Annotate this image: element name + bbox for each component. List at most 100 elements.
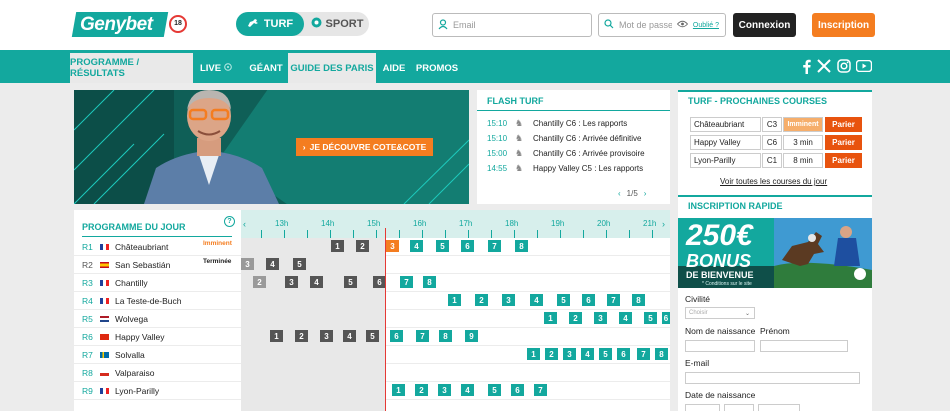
flash-item[interactable]: 15:10 ♞ Chantilly C6 : Arrivée définitiv… [487, 131, 642, 145]
inscription-button[interactable]: Inscription [812, 13, 875, 37]
birth-day-select[interactable] [685, 404, 720, 411]
timeline-next-icon[interactable]: › [662, 219, 665, 229]
nav-guide-des-paris[interactable]: GUIDE DES PARIS [288, 53, 376, 83]
race-box[interactable]: 1 [392, 384, 405, 396]
race-box[interactable]: 5 [436, 240, 449, 252]
hero-cta-button[interactable]: › JE DÉCOUVRE COTE&COTE [296, 138, 433, 156]
race-box[interactable]: 4 [619, 312, 632, 324]
birth-year-select[interactable] [758, 404, 800, 411]
race-box[interactable]: 2 [569, 312, 582, 324]
race-box[interactable]: 3 [320, 330, 333, 342]
email-field[interactable] [432, 13, 592, 37]
race-box[interactable]: 4 [266, 258, 279, 270]
race-box[interactable]: 2 [415, 384, 428, 396]
race-box[interactable]: 4 [343, 330, 356, 342]
race-box[interactable]: 5 [344, 276, 357, 288]
reunion-venue[interactable]: Happy Valley [115, 328, 164, 346]
race-box[interactable]: 5 [644, 312, 657, 324]
race-box[interactable]: 6 [511, 384, 524, 396]
race-box[interactable]: 1 [527, 348, 540, 360]
race-box[interactable]: 6 [461, 240, 474, 252]
race-box[interactable]: 8 [655, 348, 668, 360]
race-box[interactable]: 9 [465, 330, 478, 342]
race-box[interactable]: 1 [270, 330, 283, 342]
race-box[interactable]: 3 [241, 258, 254, 270]
help-icon[interactable]: ? [224, 216, 235, 227]
chevron-right-icon[interactable]: › [644, 189, 647, 198]
parier-button[interactable]: Parier [825, 153, 862, 168]
race-box[interactable]: 3 [285, 276, 298, 288]
race-box[interactable]: 6 [582, 294, 595, 306]
race-box[interactable]: 3 [386, 240, 399, 252]
connexion-button[interactable]: Connexion [733, 13, 796, 37]
race-box[interactable]: 4 [581, 348, 594, 360]
race-box[interactable]: 4 [310, 276, 323, 288]
facebook-icon[interactable] [798, 58, 814, 74]
reunion-venue[interactable]: Chantilly [115, 274, 148, 292]
race-box[interactable]: 3 [563, 348, 576, 360]
timeline-prev-icon[interactable]: ‹ [243, 219, 246, 229]
race-box[interactable]: 5 [293, 258, 306, 270]
race-box[interactable]: 8 [423, 276, 436, 288]
instagram-icon[interactable] [836, 58, 852, 74]
see-all-races-link[interactable]: Voir toutes les courses du jour [720, 177, 827, 186]
flash-item[interactable]: 15:10 ♞ Chantilly C6 : Les rapports [487, 116, 627, 130]
civilite-select[interactable]: Choisir ⌄ [685, 307, 755, 319]
birth-month-select[interactable] [724, 404, 754, 411]
race-box[interactable]: 5 [599, 348, 612, 360]
race-box[interactable]: 5 [366, 330, 379, 342]
race-box[interactable]: 6 [662, 312, 670, 324]
reunion-venue[interactable]: Lyon-Parilly [115, 382, 159, 400]
race-box[interactable]: 7 [637, 348, 650, 360]
race-box[interactable]: 4 [410, 240, 423, 252]
flash-item[interactable]: 14:55 ♞ Happy Valley C5 : Les rapports [487, 161, 643, 175]
forgot-password-link[interactable]: Oublié ? [693, 22, 725, 29]
race-box[interactable]: 4 [530, 294, 543, 306]
nav-live[interactable]: LIVE [194, 53, 238, 83]
password-input[interactable] [619, 20, 672, 30]
race-box[interactable]: 2 [475, 294, 488, 306]
parier-button[interactable]: Parier [825, 135, 862, 150]
email-input[interactable] [453, 20, 591, 30]
race-box[interactable]: 3 [438, 384, 451, 396]
race-box[interactable]: 7 [488, 240, 501, 252]
logo[interactable]: Genybet [80, 12, 153, 37]
reunion-venue[interactable]: La Teste-de-Buch [115, 292, 181, 310]
race-box[interactable]: 6 [617, 348, 630, 360]
welcome-bonus-banner[interactable]: 250€ BONUS DE BIENVENUE * Conditions sur… [678, 218, 872, 288]
sport-button[interactable]: SPORT [306, 12, 368, 36]
flash-item[interactable]: 15:00 ♞ Chantilly C6 : Arrivée provisoir… [487, 146, 645, 160]
race-box[interactable]: 2 [545, 348, 558, 360]
race-box[interactable]: 2 [356, 240, 369, 252]
eye-icon[interactable] [676, 20, 689, 30]
race-box[interactable]: 1 [448, 294, 461, 306]
reunion-venue[interactable]: Châteaubriant [115, 238, 168, 256]
race-box[interactable]: 3 [594, 312, 607, 324]
signup-email-input[interactable] [685, 372, 860, 384]
nav-promos[interactable]: PROMOS [414, 53, 460, 83]
reunion-venue[interactable]: Wolvega [115, 310, 148, 328]
nav-aide[interactable]: AIDE [377, 53, 411, 83]
parier-button[interactable]: Parier [825, 117, 862, 132]
race-box[interactable]: 7 [416, 330, 429, 342]
race-box[interactable]: 5 [488, 384, 501, 396]
nav-geant[interactable]: GÉANT [244, 53, 288, 83]
reunion-venue[interactable]: Valparaiso [115, 364, 155, 382]
reunion-venue[interactable]: San Sebastián [115, 256, 170, 274]
nom-input[interactable] [685, 340, 755, 352]
race-box[interactable]: 8 [515, 240, 528, 252]
race-box[interactable]: 4 [461, 384, 474, 396]
race-box[interactable]: 2 [295, 330, 308, 342]
prenom-input[interactable] [760, 340, 848, 352]
reunion-venue[interactable]: Solvalla [115, 346, 145, 364]
x-icon[interactable] [816, 58, 832, 74]
youtube-icon[interactable] [856, 58, 872, 74]
race-box[interactable]: 2 [253, 276, 266, 288]
race-box[interactable]: 7 [534, 384, 547, 396]
race-box[interactable]: 7 [607, 294, 620, 306]
race-box[interactable]: 1 [544, 312, 557, 324]
race-box[interactable]: 8 [439, 330, 452, 342]
race-box[interactable]: 6 [390, 330, 403, 342]
nav-programme-resultats[interactable]: PROGRAMME / RÉSULTATS [70, 53, 193, 83]
race-box[interactable]: 5 [557, 294, 570, 306]
